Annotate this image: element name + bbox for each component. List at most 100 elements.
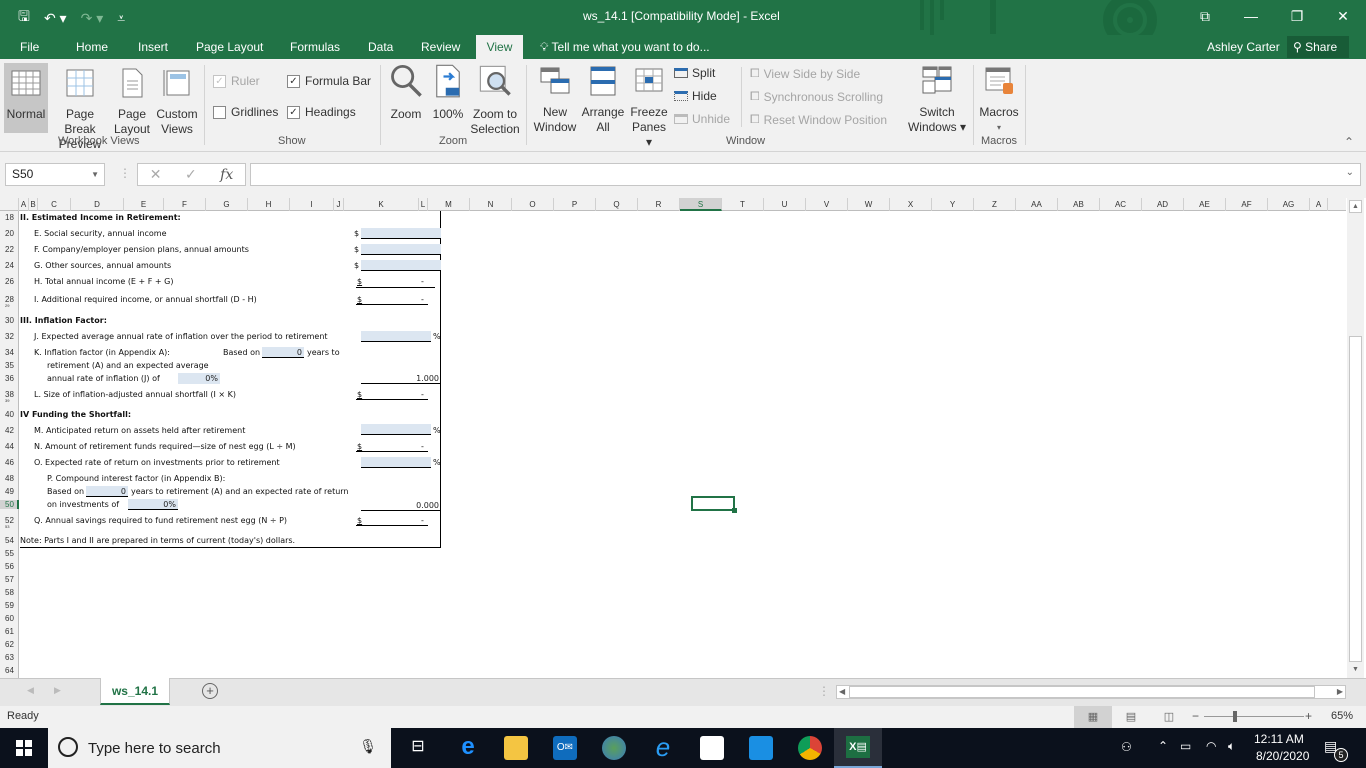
column-header-w[interactable]: W bbox=[848, 198, 890, 211]
internet-explorer-icon[interactable]: e bbox=[651, 734, 675, 760]
tab-page-layout[interactable]: Page Layout bbox=[186, 35, 273, 59]
scroll-up-icon[interactable]: ▲ bbox=[1349, 200, 1362, 213]
column-header-u[interactable]: U bbox=[764, 198, 806, 211]
windows-start-icon[interactable] bbox=[16, 740, 32, 756]
row-header-24[interactable]: 24 bbox=[0, 261, 19, 270]
column-header-s[interactable]: S bbox=[680, 198, 722, 211]
tab-data[interactable]: Data bbox=[358, 35, 403, 59]
row-header-22[interactable]: 22 bbox=[0, 245, 19, 254]
column-header-r[interactable]: R bbox=[638, 198, 680, 211]
battery-icon[interactable]: ▭ bbox=[1180, 739, 1191, 753]
selected-cell-s50[interactable] bbox=[691, 496, 737, 513]
row-header-59[interactable]: 59 bbox=[0, 601, 19, 610]
row-header-42[interactable]: 42 bbox=[0, 426, 19, 435]
nest-egg-cell[interactable] bbox=[356, 441, 428, 452]
restore-button[interactable]: ❐ bbox=[1274, 0, 1320, 32]
ruler-checkbox[interactable]: ✓ Ruler bbox=[213, 74, 260, 88]
row-header-30[interactable]: 30 bbox=[0, 316, 19, 325]
tab-formulas[interactable]: Formulas bbox=[280, 35, 350, 59]
enter-icon[interactable]: ✓ bbox=[185, 166, 197, 183]
hide-button[interactable]: Hide bbox=[674, 89, 717, 103]
row-header-57[interactable]: 57 bbox=[0, 575, 19, 584]
save-icon[interactable]: 🖫 bbox=[18, 6, 30, 30]
select-all-corner[interactable] bbox=[0, 198, 19, 211]
column-header-p[interactable]: P bbox=[554, 198, 596, 211]
row-header-29[interactable]: 29 bbox=[0, 303, 19, 307]
row-header-20[interactable]: 20 bbox=[0, 229, 19, 238]
user-name[interactable]: Ashley Carter bbox=[1207, 35, 1280, 59]
scroll-left-icon[interactable]: ◀ bbox=[839, 687, 845, 696]
clock-time[interactable]: 12:11 AM bbox=[1254, 732, 1304, 746]
row-header-54[interactable]: 54 bbox=[0, 536, 19, 545]
macros-button[interactable]: Macros ▾ bbox=[977, 65, 1021, 135]
clock-date[interactable]: 8/20/2020 bbox=[1256, 749, 1309, 763]
tab-view[interactable]: View bbox=[476, 35, 523, 59]
zoom-slider[interactable] bbox=[1204, 716, 1304, 717]
tab-home[interactable]: Home bbox=[66, 35, 118, 59]
adjusted-shortfall-cell[interactable] bbox=[356, 389, 428, 400]
row-header-39[interactable]: 39 bbox=[0, 398, 19, 402]
split-button[interactable]: Split bbox=[674, 66, 715, 80]
column-header-y[interactable]: Y bbox=[932, 198, 974, 211]
ribbon-display-options-icon[interactable]: ⧉ bbox=[1182, 0, 1228, 32]
input-inflation-rate[interactable] bbox=[361, 331, 431, 342]
column-header-a[interactable]: A bbox=[1310, 198, 1328, 211]
file-explorer-icon[interactable] bbox=[504, 736, 528, 760]
input-return-prior-retirement[interactable] bbox=[361, 457, 431, 468]
zoom-in-icon[interactable]: + bbox=[1305, 709, 1312, 723]
outlook-icon[interactable]: O✉ bbox=[553, 736, 577, 760]
column-header-q[interactable]: Q bbox=[596, 198, 638, 211]
column-header-ad[interactable]: AD bbox=[1142, 198, 1184, 211]
app-icon[interactable] bbox=[749, 736, 773, 760]
zoom-button[interactable]: Zoom bbox=[386, 63, 426, 122]
column-header-aa[interactable]: AA bbox=[1016, 198, 1058, 211]
normal-view-icon[interactable]: ▦ bbox=[1074, 706, 1112, 728]
column-header-k[interactable]: K bbox=[344, 198, 419, 211]
column-header-d[interactable]: D bbox=[71, 198, 124, 211]
column-header-ab[interactable]: AB bbox=[1058, 198, 1100, 211]
column-header-v[interactable]: V bbox=[806, 198, 848, 211]
column-header-ag[interactable]: AG bbox=[1268, 198, 1310, 211]
share-button[interactable]: ⚲ Share bbox=[1287, 36, 1349, 58]
row-header-62[interactable]: 62 bbox=[0, 640, 19, 649]
column-header-ae[interactable]: AE bbox=[1184, 198, 1226, 211]
edge-icon[interactable]: e bbox=[456, 735, 480, 760]
excel-taskbar-button[interactable]: X▤ bbox=[834, 728, 882, 768]
row-header-58[interactable]: 58 bbox=[0, 588, 19, 597]
unhide-button[interactable]: Unhide bbox=[674, 112, 730, 126]
taskbar-search[interactable]: Type here to search 🎙︎ bbox=[48, 728, 391, 768]
page-layout-view-icon[interactable]: ▤ bbox=[1120, 706, 1142, 728]
minimize-button[interactable]: — bbox=[1228, 0, 1274, 32]
column-header-m[interactable]: M bbox=[428, 198, 470, 211]
vertical-scroll-thumb[interactable] bbox=[1349, 336, 1362, 662]
formula-bar-checkbox[interactable]: ✓ Formula Bar bbox=[287, 74, 371, 88]
microsoft-store-icon[interactable] bbox=[700, 736, 724, 760]
column-header-z[interactable]: Z bbox=[974, 198, 1016, 211]
zoom-100-button[interactable]: 100% bbox=[430, 63, 466, 122]
row-header-53[interactable]: 53 bbox=[0, 524, 19, 528]
row-header-48[interactable]: 48 bbox=[0, 474, 19, 483]
zoom-level[interactable]: 65% bbox=[1331, 710, 1353, 722]
collapse-ribbon-icon[interactable]: ⌃ bbox=[1344, 135, 1354, 149]
custom-views-button[interactable]: Custom Views bbox=[154, 67, 200, 137]
row-header-64[interactable]: 64 bbox=[0, 666, 19, 675]
volume-icon[interactable]: 🔈︎ bbox=[1228, 739, 1235, 754]
vertical-scrollbar[interactable]: ▲ ▼ bbox=[1347, 198, 1364, 678]
headings-checkbox[interactable]: ✓ Headings bbox=[287, 105, 356, 119]
row-header-18[interactable]: 18 bbox=[0, 213, 19, 222]
row-header-61[interactable]: 61 bbox=[0, 627, 19, 636]
column-header-g[interactable]: G bbox=[206, 198, 248, 211]
column-header-j[interactable]: J bbox=[334, 198, 344, 211]
switch-windows-button[interactable]: Switch Windows ▾ bbox=[906, 65, 968, 135]
synchronous-scrolling-button[interactable]: ⧠ Synchronous Scrolling bbox=[750, 89, 883, 104]
globe-app-icon[interactable] bbox=[602, 736, 626, 760]
column-header-h[interactable]: H bbox=[248, 198, 290, 211]
column-header-x[interactable]: X bbox=[890, 198, 932, 211]
tab-review[interactable]: Review bbox=[411, 35, 470, 59]
new-window-button[interactable]: New Window bbox=[532, 65, 578, 135]
scroll-right-icon[interactable]: ▶ bbox=[1337, 687, 1343, 696]
row-header-26[interactable]: 26 bbox=[0, 277, 19, 286]
row-header-40[interactable]: 40 bbox=[0, 410, 19, 419]
gridlines-checkbox[interactable]: Gridlines bbox=[213, 105, 278, 119]
arrange-all-button[interactable]: Arrange All bbox=[580, 65, 626, 135]
